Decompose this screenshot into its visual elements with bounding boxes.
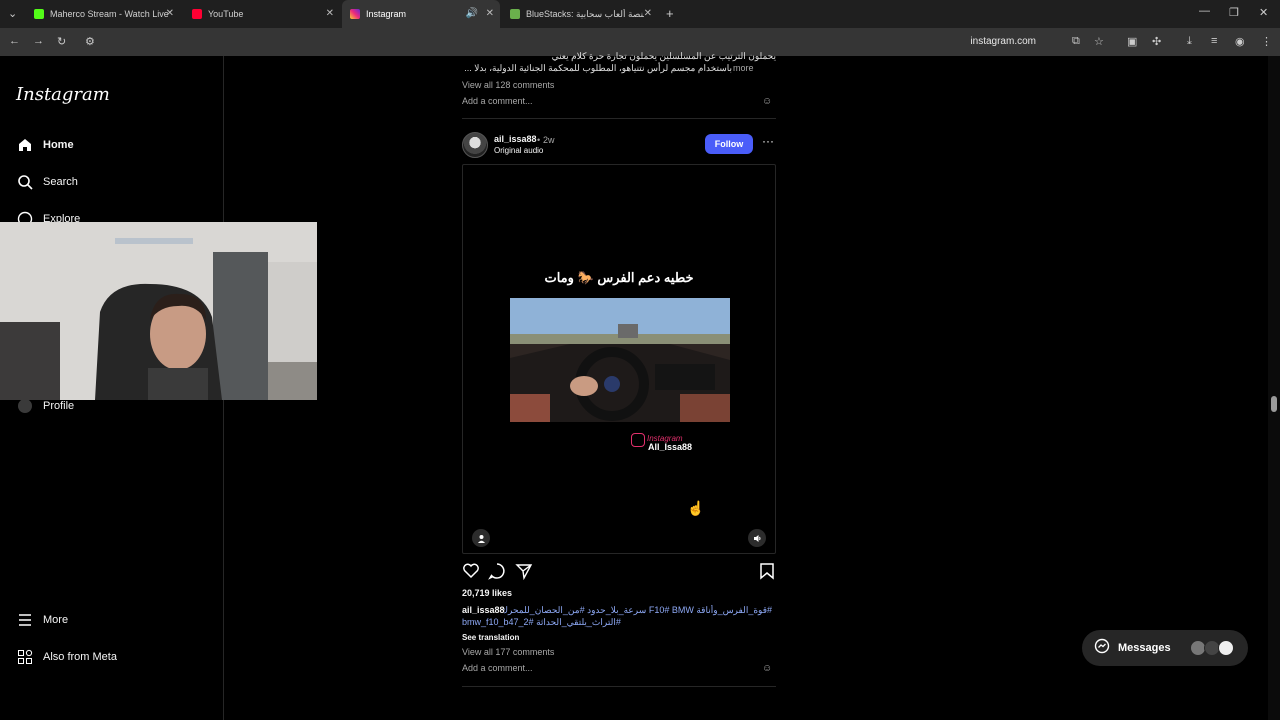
download-icon[interactable]: ⤓ <box>1187 35 1192 48</box>
post-audio[interactable]: Original audio <box>494 146 543 155</box>
webcam-overlay <box>0 222 317 400</box>
post-username[interactable]: ail_issa88 <box>494 134 537 144</box>
tab-maherco[interactable]: Maherco Stream - Watch Live o ✕ <box>26 0 180 28</box>
reload-icon[interactable]: ↻ <box>57 35 66 48</box>
browser-tab-bar: ⌄ Maherco Stream - Watch Live o ✕ YouTub… <box>0 0 1280 28</box>
emoji-icon[interactable]: ☺ <box>762 96 772 107</box>
address-bar-url[interactable]: instagram.com <box>970 36 1036 47</box>
media-title-text: خطيه دعم الفرس 🐎 ومات <box>544 270 694 285</box>
save-bookmark-icon[interactable] <box>759 562 775 585</box>
menu-icon <box>16 611 34 629</box>
meta-icon <box>16 648 34 666</box>
close-window-icon[interactable]: ✕ <box>1259 6 1268 19</box>
follow-button[interactable]: Follow <box>705 134 753 154</box>
restore-icon[interactable]: ❐ <box>1229 6 1239 19</box>
caption-hashtags-line2[interactable]: bmw_f10_b47_2# التراث_يلتقي_الحداثة# <box>462 617 621 628</box>
kick-icon <box>34 9 44 19</box>
prev-post-more-link[interactable]: more <box>733 63 754 73</box>
avatar[interactable] <box>462 132 488 158</box>
post-divider <box>462 686 776 687</box>
like-heart-icon[interactable] <box>462 562 480 585</box>
minimize-icon[interactable]: — <box>1199 5 1210 17</box>
post-dot: • <box>537 135 541 145</box>
back-icon[interactable]: ← <box>9 35 20 47</box>
messenger-icon <box>1094 638 1110 659</box>
more-options-icon[interactable]: ··· <box>762 134 774 148</box>
home-icon <box>16 136 34 154</box>
avatar <box>1218 640 1234 656</box>
view-all-comments-link[interactable]: View all 177 comments <box>462 647 554 657</box>
close-tab-icon[interactable]: ✕ <box>644 8 652 19</box>
volume-icon[interactable] <box>748 529 766 547</box>
comment-icon[interactable] <box>488 562 506 585</box>
post-media[interactable]: خطيه دعم الفرس 🐎 ومات Instagram All_Issa… <box>462 164 776 554</box>
bookmark-star-icon[interactable]: ☆ <box>1094 35 1104 48</box>
video-frame <box>510 298 730 422</box>
prev-post-view-comments[interactable]: View all 128 comments <box>462 80 554 90</box>
see-translation-link[interactable]: See translation <box>462 633 519 642</box>
media-control-icon[interactable]: ≡ <box>1211 35 1217 47</box>
close-tab-icon[interactable]: ✕ <box>166 8 174 19</box>
bluestacks-icon <box>510 9 520 19</box>
extension-icon[interactable]: ▣ <box>1127 35 1137 48</box>
sidebar-item-more[interactable]: More <box>16 611 68 629</box>
account-icon[interactable]: ◉ <box>1235 35 1245 48</box>
scrollbar-thumb[interactable] <box>1271 396 1277 412</box>
share-icon[interactable] <box>515 562 533 585</box>
post-actions <box>462 562 776 582</box>
messages-button[interactable]: Messages <box>1082 630 1248 666</box>
likes-count[interactable]: 20,719 likes <box>462 588 512 598</box>
caption-username[interactable]: ail_issa88 <box>462 605 505 615</box>
post-divider <box>462 118 776 119</box>
messages-label: Messages <box>1118 642 1171 654</box>
site-info-icon[interactable]: ⚙ <box>85 35 95 48</box>
tab-list-icon[interactable]: ⌄ <box>8 7 17 20</box>
new-tab-icon[interactable]: + <box>666 6 674 21</box>
instagram-logo[interactable]: Instagram <box>16 84 110 105</box>
tab-bluestacks[interactable]: BlueStacks: منصة ألعاب سحابية ✕ <box>502 0 658 28</box>
prev-post-caption-line2: باستخدام مجسم لرأس نتنياهو، المطلوب للمح… <box>464 63 732 73</box>
mouse-cursor-icon: ☝ <box>687 500 705 516</box>
youtube-icon <box>192 9 202 19</box>
install-app-icon[interactable]: ⧉ <box>1072 35 1080 48</box>
emoji-icon[interactable]: ☺ <box>762 663 772 674</box>
tab-youtube[interactable]: YouTube ✕ <box>184 0 340 28</box>
tab-instagram[interactable]: Instagram 🔊 ✕ <box>342 0 500 28</box>
menu-dots-icon[interactable]: ⋮ <box>1261 35 1272 48</box>
instagram-watermark-icon <box>631 433 645 447</box>
tagged-user-icon[interactable] <box>472 529 490 547</box>
close-tab-icon[interactable]: ✕ <box>326 8 334 19</box>
page-scrollbar[interactable] <box>1268 56 1280 720</box>
prev-post-add-comment[interactable]: Add a comment... <box>462 96 533 106</box>
post-header: ail_issa88 • 2w Original audio Follow ··… <box>462 130 776 160</box>
watermark-user: All_Issa88 <box>648 442 693 452</box>
search-icon <box>16 173 34 191</box>
add-comment-input[interactable]: Add a comment... <box>462 663 533 673</box>
sidebar-item-home[interactable]: Home <box>16 136 74 154</box>
prev-post-caption-line1: يحملون الترتيب عن المسلسلين يحملون تجارة… <box>551 51 776 61</box>
instagram-icon <box>350 9 360 19</box>
forward-icon[interactable]: → <box>33 35 44 47</box>
post-time: 2w <box>543 135 555 145</box>
speaker-icon[interactable]: 🔊 <box>466 8 478 19</box>
caption-hashtags-line1[interactable]: #قوة_الفرس_وأناقة F10# BMW سرعة_بلا_حدود… <box>504 605 772 616</box>
sidebar-item-search[interactable]: Search <box>16 173 78 191</box>
sidebar-item-also-from-meta[interactable]: Also from Meta <box>16 648 117 666</box>
close-tab-icon[interactable]: ✕ <box>486 8 494 19</box>
puzzle-icon[interactable]: ✣ <box>1152 35 1161 48</box>
